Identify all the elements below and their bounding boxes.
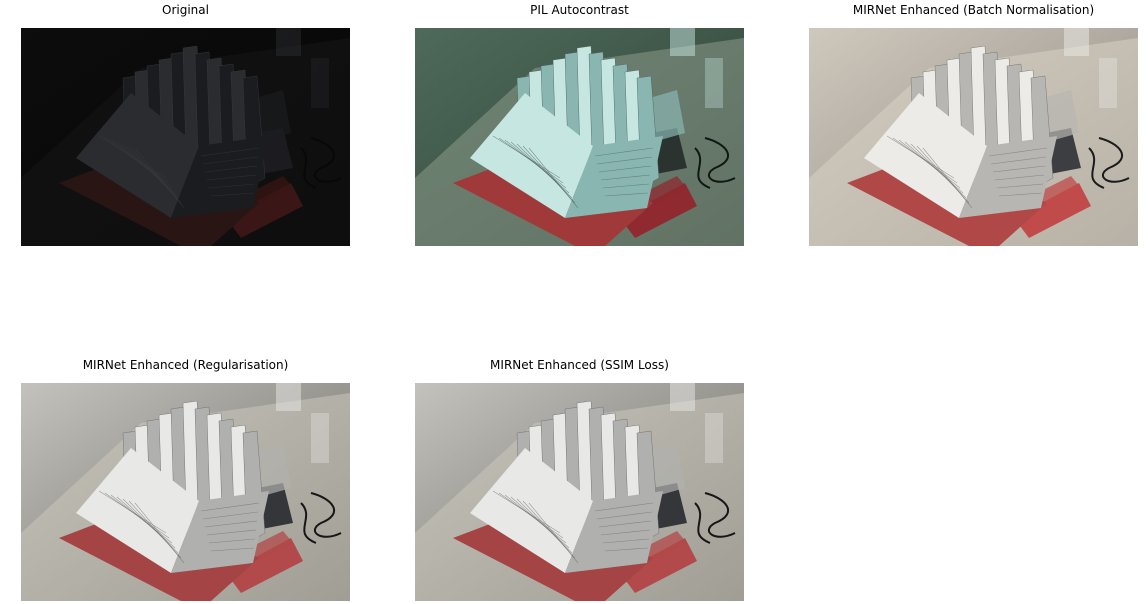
panel-title: Original [162,3,209,17]
wall-socket [276,383,301,411]
panel-title: MIRNet Enhanced (Regularisation) [82,358,289,372]
panel-title: PIL Autocontrast [530,3,629,17]
photo [415,28,744,246]
wall-socket [1064,28,1089,56]
wall-socket [670,28,695,56]
photo [21,383,350,601]
panel-title: MIRNet Enhanced (Batch Normalisation) [852,3,1095,17]
panel-title: MIRNet Enhanced (SSIM Loss) [490,358,669,372]
photo [415,383,744,601]
figure: Original PIL Autocontrast MIRNet Enhance… [0,0,1148,604]
bottle [311,58,329,108]
bottle [705,58,723,108]
bottle [1099,58,1117,108]
bottle [705,413,723,463]
bottle [311,413,329,463]
wall-socket [276,28,301,56]
photo [809,28,1138,246]
photo [21,28,350,246]
wall-socket [670,383,695,411]
